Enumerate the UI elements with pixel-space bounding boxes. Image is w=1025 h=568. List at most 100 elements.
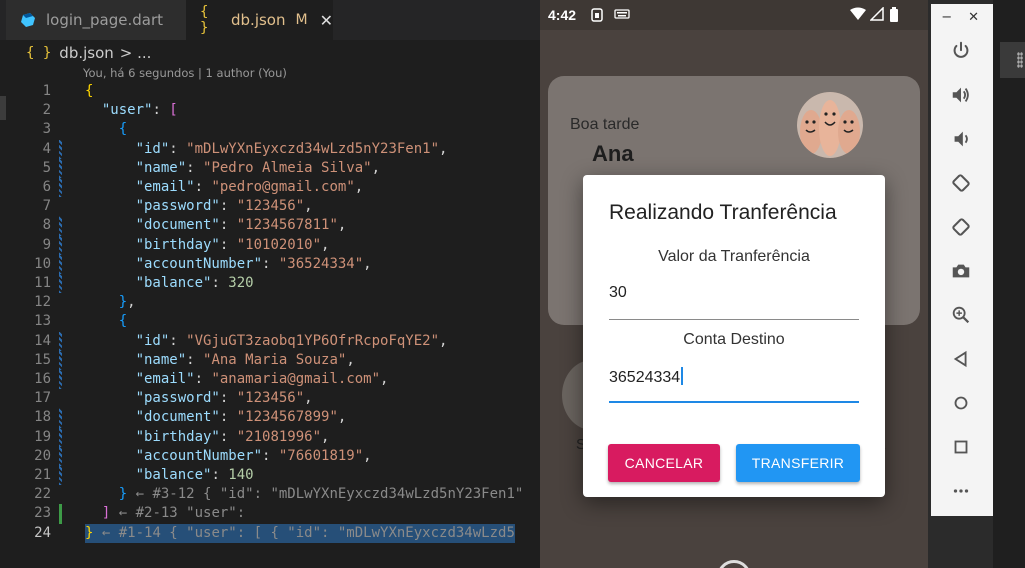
code-text: "name": "Pedro Almeia Silva",: [135, 159, 381, 176]
side-panel: [993, 0, 1025, 568]
home-gesture-indicator: [717, 560, 751, 568]
line-number: 17: [34, 390, 51, 407]
code-text: "id": "mDLwYXnEyxczd34wLzd5nY23Fen1",: [135, 140, 448, 157]
avatar[interactable]: [797, 92, 863, 158]
code-text: "birthday": "21081996",: [135, 428, 330, 445]
modified-indicator: M: [295, 12, 308, 28]
amount-field[interactable]: 30: [609, 284, 859, 302]
git-modified-marker: [59, 370, 62, 390]
line-number: 5: [42, 159, 51, 176]
line-number: 13: [34, 313, 51, 330]
close-icon[interactable]: ✕: [968, 10, 979, 25]
dialog-title: Realizando Tranferência: [609, 201, 837, 224]
battery-icon: [889, 7, 899, 27]
code-text: } ← #1-14 { "user": [ { "id": "mDLwYXnEy…: [85, 523, 515, 543]
code-line[interactable]: 24 } ← #1-14 { "user": [ { "id": "mDLwYXn…: [0, 523, 540, 543]
code-line[interactable]: 23 ] ← #2-13 "user":: [0, 504, 540, 524]
close-icon[interactable]: ✕: [320, 11, 333, 30]
line-number: 24: [34, 524, 51, 541]
code-line[interactable]: 15 "name": "Ana Maria Souza",: [0, 350, 540, 370]
code-line[interactable]: 7 "password": "123456",: [0, 197, 540, 216]
breadcrumb-rest: > ...: [119, 44, 152, 62]
code-line[interactable]: 6 "email": "pedro@gmail.com",: [0, 178, 540, 198]
wifi-icon: [850, 7, 866, 25]
line-number: 14: [34, 332, 51, 349]
emulator-window-controls: − ✕: [931, 4, 993, 30]
code-line[interactable]: 10 "accountNumber": "36524334",: [0, 254, 540, 274]
line-number: 23: [34, 505, 51, 522]
rotate-right-icon[interactable]: [946, 212, 976, 242]
git-modified-marker: [59, 139, 62, 159]
line-number: 19: [34, 428, 51, 445]
code-line[interactable]: 18 "document": "1234567899",: [0, 408, 540, 428]
line-number: 9: [42, 236, 51, 253]
git-added-marker: [59, 504, 62, 524]
breadcrumb-file: db.json: [59, 44, 114, 62]
git-modified-marker: [59, 427, 62, 447]
code-line[interactable]: 4 "id": "mDLwYXnEyxczd34wLzd5nY23Fen1",: [0, 139, 540, 159]
sim-icon: [590, 7, 604, 27]
line-number: 6: [42, 179, 51, 195]
account-field[interactable]: 36524334: [609, 367, 859, 387]
zoom-icon[interactable]: [946, 300, 976, 330]
camera-icon[interactable]: [946, 256, 976, 286]
git-modified-marker: [59, 274, 62, 294]
json-braces-icon: { }: [26, 45, 52, 61]
code-line[interactable]: 16 "email": "anamaria@gmail.com",: [0, 370, 540, 390]
line-number: 22: [34, 486, 51, 503]
overview-icon[interactable]: [946, 432, 976, 462]
line-number: 20: [34, 447, 51, 464]
code-line[interactable]: 17 "password": "123456",: [0, 389, 540, 408]
line-number: 10: [34, 255, 51, 272]
code-line[interactable]: 21 "balance": 140: [0, 466, 540, 486]
volume-down-icon[interactable]: [946, 124, 976, 154]
back-icon[interactable]: [946, 344, 976, 374]
emulator-toolbar: − ✕: [928, 0, 993, 568]
tab-label: login_page.dart: [46, 11, 164, 29]
code-line[interactable]: 9 "birthday": "10102010",: [0, 235, 540, 255]
code-line[interactable]: 2 "user": [: [0, 101, 540, 120]
git-modified-marker: [59, 408, 62, 428]
code-text: },: [118, 294, 136, 311]
editor-tab-bar: login_page.dart { } db.json M ✕: [0, 0, 540, 40]
code-line[interactable]: 11 "balance": 320: [0, 274, 540, 294]
code-line[interactable]: 13 {: [0, 312, 540, 331]
drag-grip-icon[interactable]: [1017, 52, 1023, 68]
code-text: "balance": 320: [135, 275, 254, 291]
more-icon[interactable]: [946, 476, 976, 506]
code-text: "email": "anamaria@gmail.com",: [135, 371, 389, 387]
code-text: {: [118, 313, 128, 330]
code-line[interactable]: 14 "id": "VGjuGT3zaobq1YP6OfrRcpoFqYE2",: [0, 331, 540, 351]
code-text: } ← #3-12 { "id": "mDLwYXnEyxczd34wLzd5n…: [118, 486, 524, 503]
code-text: "password": "123456",: [135, 390, 313, 407]
transfer-button[interactable]: TRANSFERIR: [736, 444, 860, 482]
code-line[interactable]: 20 "accountNumber": "76601819",: [0, 446, 540, 466]
code-text: "password": "123456",: [135, 198, 313, 215]
git-blame-lens[interactable]: You, há 6 segundos | 1 author (You): [83, 66, 287, 80]
line-number: 2: [42, 102, 51, 119]
volume-up-icon[interactable]: [946, 80, 976, 110]
rotate-left-icon[interactable]: [946, 168, 976, 198]
code-line[interactable]: 8 "document": "1234567811",: [0, 216, 540, 236]
code-line[interactable]: 5 "name": "Pedro Almeia Silva",: [0, 158, 540, 178]
tab-db-json[interactable]: { } db.json M ✕: [186, 0, 333, 40]
code-text: "id": "VGjuGT3zaobq1YP6OfrRcpoFqYE2",: [135, 332, 448, 349]
code-line[interactable]: 1{: [0, 82, 540, 101]
code-line[interactable]: 12 },: [0, 293, 540, 312]
code-text: "name": "Ana Maria Souza",: [135, 351, 355, 368]
code-line[interactable]: 22 } ← #3-12 { "id": "mDLwYXnEyxczd34wLz…: [0, 485, 540, 504]
line-number: 16: [34, 371, 51, 387]
emulator-panel: − ✕: [931, 4, 993, 516]
tab-login-page[interactable]: login_page.dart: [6, 0, 186, 40]
line-number: 11: [34, 275, 51, 291]
minimize-icon[interactable]: −: [941, 10, 952, 25]
code-text: "user": [: [101, 102, 178, 119]
home-icon[interactable]: [946, 388, 976, 418]
power-icon[interactable]: [946, 36, 976, 66]
code-line[interactable]: 19 "birthday": "21081996",: [0, 427, 540, 447]
line-number: 8: [42, 217, 51, 234]
phone-screen: 4:42 Boa tarde Ana S Realizando Tranferê…: [540, 0, 928, 568]
cancel-button[interactable]: CANCELAR: [608, 444, 720, 482]
breadcrumb[interactable]: { } db.json > ...: [26, 44, 151, 62]
code-line[interactable]: 3 {: [0, 120, 540, 139]
